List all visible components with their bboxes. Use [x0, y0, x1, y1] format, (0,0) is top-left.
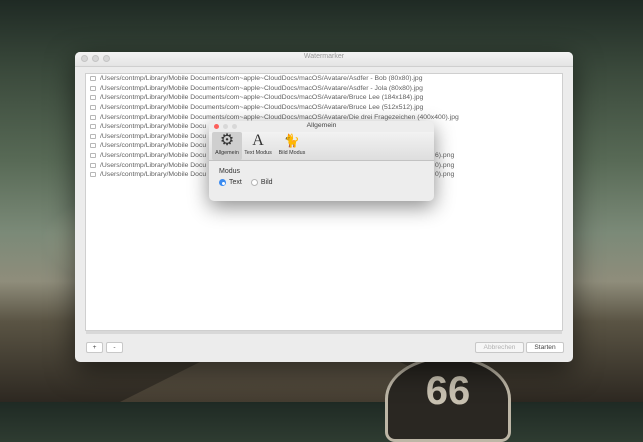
start-button[interactable]: Starten	[526, 342, 564, 353]
tab-bild-modus[interactable]: 🐈 Bild Modus	[276, 132, 308, 160]
file-list[interactable]: /Users/contmp/Library/Mobile Documents/c…	[85, 73, 563, 331]
tab-text-modus[interactable]: A Text Modus	[243, 132, 273, 160]
file-path-suffix: 0).png	[435, 171, 455, 179]
file-path: /Users/contmp/Library/Mobile Documents/c…	[100, 113, 459, 121]
font-icon: A	[252, 132, 264, 149]
file-path-suffix: 0).png	[435, 161, 455, 169]
file-path: /Users/contmp/Library/Mobile Documents/c…	[100, 75, 423, 83]
tab-text-modus-label: Text Modus	[244, 150, 272, 156]
file-icon	[90, 114, 96, 120]
cat-icon: 🐈	[283, 133, 301, 148]
file-row[interactable]: /Users/contmp/Library/Mobile Documents/c…	[86, 84, 562, 94]
file-icon	[90, 124, 96, 130]
file-path: /Users/contmp/Library/Mobile Docu	[100, 152, 207, 160]
file-icon	[90, 172, 96, 178]
file-icon	[90, 76, 96, 82]
file-icon	[90, 162, 96, 168]
remove-file-button[interactable]: -	[106, 342, 123, 353]
dialog-titlebar: Allgemein	[209, 121, 434, 132]
horizontal-scrollbar[interactable]	[86, 331, 562, 334]
mode-radio-group: Text Bild	[219, 179, 424, 186]
file-path: /Users/contmp/Library/Mobile Docu	[100, 142, 207, 150]
file-path: /Users/contmp/Library/Mobile Documents/c…	[100, 84, 423, 92]
file-icon	[90, 95, 96, 101]
file-path: /Users/contmp/Library/Mobile Documents/c…	[100, 94, 424, 102]
tab-bild-modus-label: Bild Modus	[278, 150, 306, 156]
file-path: /Users/contmp/Library/Mobile Documents/c…	[100, 104, 424, 112]
background-route-sign: 66	[385, 356, 511, 442]
preferences-dialog: Allgemein ⚙ Allgemein A Text Modus 🐈 Bil…	[209, 121, 434, 201]
tab-allgemein-label: Allgemein	[215, 150, 239, 156]
text-radio[interactable]	[219, 179, 226, 186]
file-row[interactable]: /Users/contmp/Library/Mobile Documents/c…	[86, 93, 562, 103]
gear-icon: ⚙	[219, 132, 235, 149]
watermarker-window: Watermarker /Users/contmp/Library/Mobile…	[75, 52, 573, 362]
cancel-button[interactable]: Abbrechen	[475, 342, 524, 353]
tab-allgemein[interactable]: ⚙ Allgemein	[212, 132, 242, 160]
window-titlebar: Watermarker	[75, 52, 573, 67]
file-icon	[90, 143, 96, 149]
window-title: Watermarker	[303, 53, 345, 60]
image-radio-label[interactable]: Bild	[261, 179, 273, 186]
add-file-button[interactable]: +	[86, 342, 103, 353]
text-radio-label[interactable]: Text	[229, 179, 242, 186]
mode-label: Modus	[219, 168, 241, 175]
file-row[interactable]: /Users/contmp/Library/Mobile Documents/c…	[86, 74, 562, 84]
file-path: /Users/contmp/Library/Mobile Docu	[100, 132, 207, 140]
file-path: /Users/contmp/Library/Mobile Docu	[100, 161, 207, 169]
file-path-suffix: 6).png	[435, 152, 455, 160]
file-icon	[90, 105, 96, 111]
file-icon	[90, 85, 96, 91]
image-radio[interactable]	[250, 179, 258, 186]
file-path: /Users/contmp/Library/Mobile Docu	[100, 171, 207, 179]
dialog-content: Modus Text Bild	[209, 161, 434, 193]
file-icon	[90, 153, 96, 159]
file-icon	[90, 133, 96, 139]
preferences-toolbar: ⚙ Allgemein A Text Modus 🐈 Bild Modus	[209, 132, 434, 161]
dialog-title: Allgemein	[306, 122, 337, 129]
file-row[interactable]: /Users/contmp/Library/Mobile Documents/c…	[86, 103, 562, 113]
file-path: /Users/contmp/Library/Mobile Docu	[100, 123, 207, 131]
